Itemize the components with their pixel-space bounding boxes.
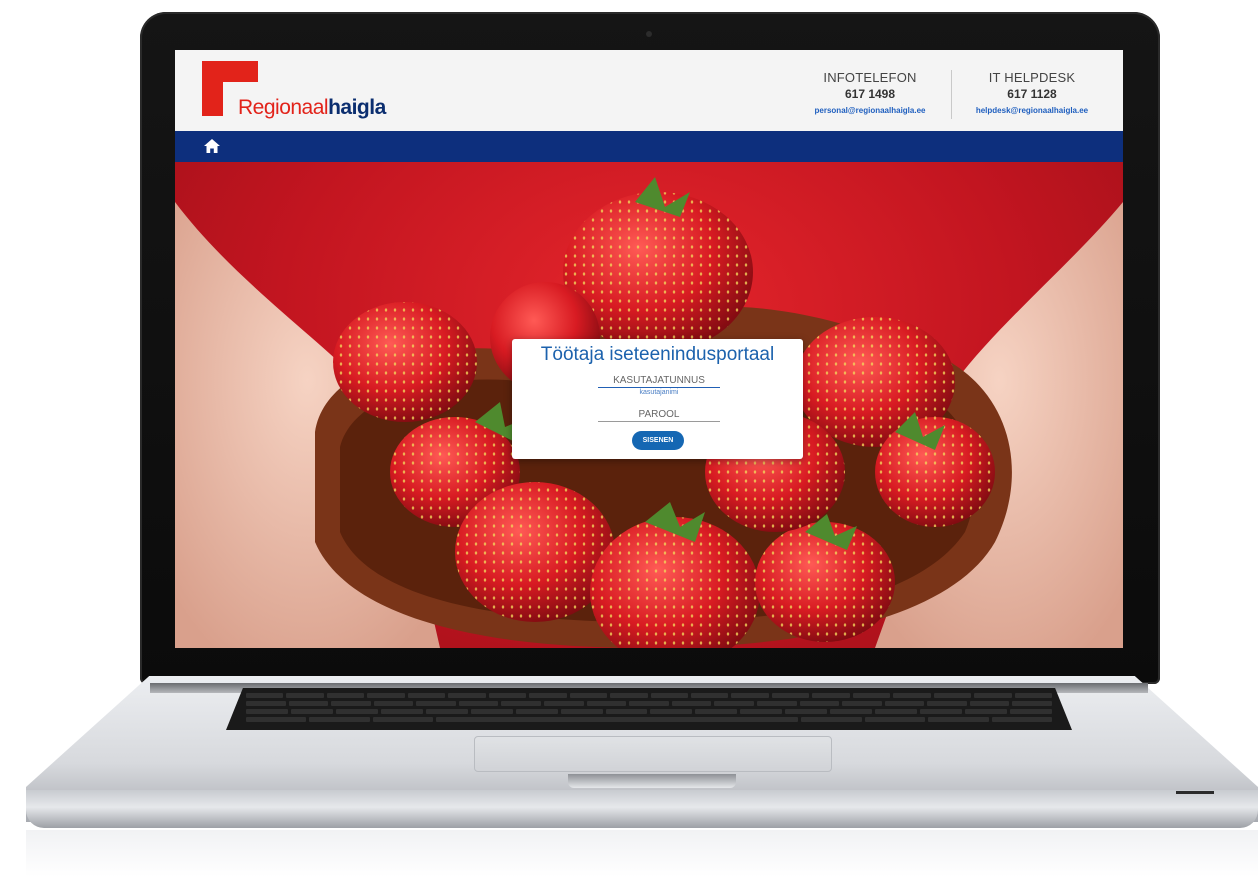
password-input[interactable] [598, 407, 720, 422]
login-title: Töötaja iseteenindusportaal [540, 344, 775, 365]
contact-title: INFOTELEFON [823, 70, 917, 85]
contact-infotelefon: INFOTELEFON 617 1498 personal@regionaalh… [803, 70, 937, 115]
laptop-base-front [26, 790, 1258, 828]
logo-text-part1: Regionaal [238, 96, 329, 119]
home-icon[interactable] [204, 139, 220, 153]
contact-it-helpdesk: IT HELPDESK 617 1128 helpdesk@regionaalh… [965, 70, 1099, 115]
status-led [1176, 791, 1214, 794]
contact-phone: 617 1498 [844, 87, 896, 101]
nav-bar [175, 131, 1123, 162]
hero-image: Töötaja iseteenindusportaal kasutajanimi… [175, 162, 1123, 648]
logo-text-part2: haigla [328, 96, 386, 119]
keyboard [226, 688, 1072, 730]
login-card: Töötaja iseteenindusportaal kasutajanimi… [512, 339, 803, 459]
laptop-screen: Regionaalhaigla INFOTELEFON 617 1498 per… [175, 50, 1123, 648]
contact-email-link[interactable]: helpdesk@regionaalhaigla.ee [965, 106, 1099, 115]
login-submit-button[interactable]: SISENEN [632, 431, 684, 450]
contact-phone: 617 1128 [1007, 87, 1057, 101]
header-divider [951, 70, 952, 119]
contact-email-link[interactable]: personal@regionaalhaigla.ee [803, 106, 937, 115]
username-input[interactable] [598, 373, 720, 388]
lid-notch [568, 774, 736, 788]
contact-title: IT HELPDESK [988, 70, 1076, 85]
trackpad [474, 736, 832, 772]
surface-reflection [26, 830, 1258, 877]
site-header: Regionaalhaigla INFOTELEFON 617 1498 per… [175, 50, 1123, 131]
username-hint: kasutajanimi [639, 389, 679, 396]
logo-text[interactable]: Regionaalhaigla [238, 96, 386, 120]
webcam [646, 31, 652, 37]
